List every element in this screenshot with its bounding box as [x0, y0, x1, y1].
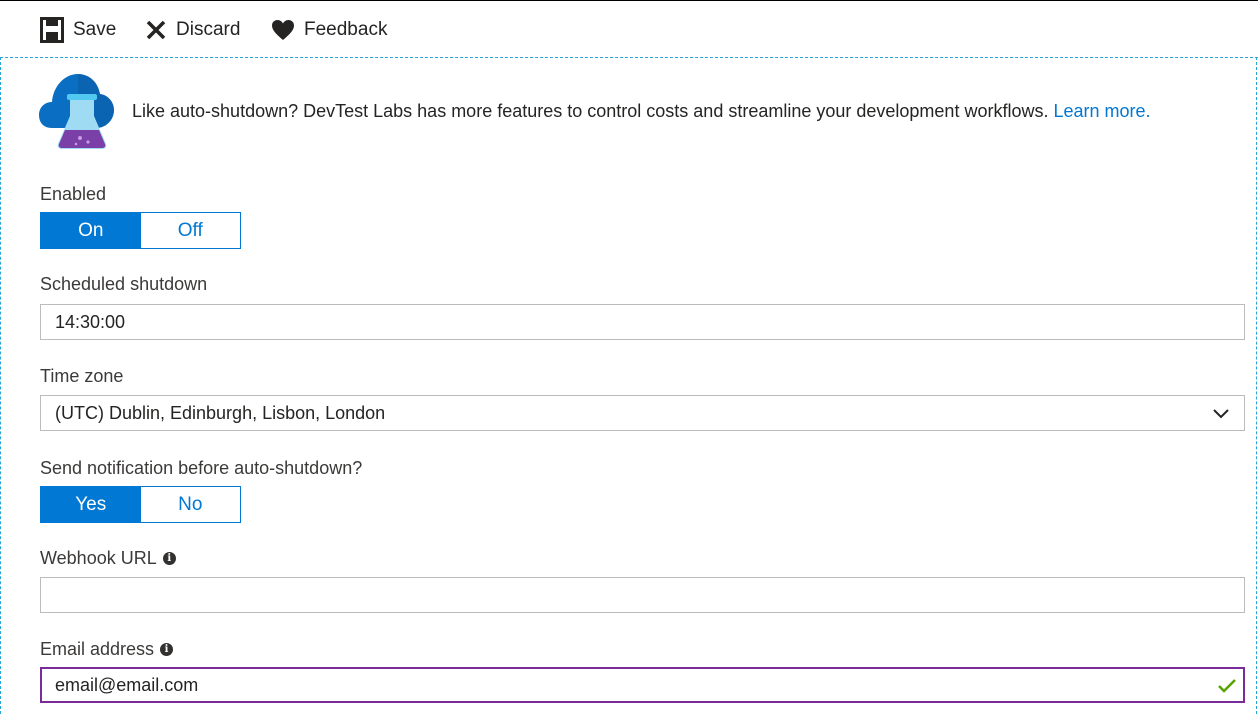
email-address-label-text: Email address	[40, 639, 155, 659]
time-zone-value: (UTC) Dublin, Edinburgh, Lisbon, London	[55, 402, 386, 423]
save-label: Save	[73, 19, 117, 40]
notification-toggle: Yes No	[40, 486, 241, 523]
info-icon[interactable]: i	[160, 643, 174, 656]
save-button[interactable]: Save	[40, 15, 116, 45]
time-zone-label: Time zone	[40, 366, 124, 386]
save-icon	[40, 17, 64, 43]
email-address-label: Email address i	[40, 639, 174, 660]
feedback-label: Feedback	[304, 19, 388, 40]
command-bar: Save Discard Feedback	[0, 1, 1258, 56]
content-border-left	[0, 57, 1, 714]
discard-button[interactable]: Discard	[145, 15, 240, 45]
notification-label: Send notification before auto-shutdown?	[40, 458, 363, 478]
webhook-url-input[interactable]	[40, 577, 1245, 613]
email-address-value: email@email.com	[55, 674, 199, 695]
enabled-on-option[interactable]: On	[41, 213, 141, 248]
email-address-input[interactable]: email@email.com	[40, 667, 1245, 703]
devtest-banner: Like auto-shutdown? DevTest Labs has mor…	[132, 101, 1151, 122]
scheduled-shutdown-value: 14:30:00	[55, 311, 126, 332]
scheduled-shutdown-input[interactable]: 14:30:00	[40, 304, 1245, 340]
webhook-url-label: Webhook URL i	[40, 548, 176, 569]
banner-text: Like auto-shutdown? DevTest Labs has mor…	[132, 101, 1049, 121]
enabled-off-option[interactable]: Off	[140, 213, 240, 248]
enabled-toggle: On Off	[40, 212, 241, 249]
chevron-down-icon	[1212, 405, 1230, 426]
learn-more-link[interactable]: Learn more.	[1053, 101, 1150, 121]
webhook-url-label-text: Webhook URL	[40, 548, 157, 568]
close-icon	[145, 19, 167, 41]
heart-icon	[271, 19, 295, 41]
content-border-right	[1256, 57, 1257, 714]
notification-no-option[interactable]: No	[140, 487, 240, 522]
devtest-labs-icon	[38, 72, 118, 152]
scheduled-shutdown-label: Scheduled shutdown	[40, 274, 208, 294]
feedback-button[interactable]: Feedback	[271, 15, 387, 45]
notification-yes-option[interactable]: Yes	[41, 487, 141, 522]
discard-label: Discard	[176, 19, 241, 40]
enabled-label: Enabled	[40, 184, 107, 204]
time-zone-select[interactable]: (UTC) Dublin, Edinburgh, Lisbon, London	[40, 395, 1245, 431]
checkmark-icon	[1217, 677, 1237, 700]
info-icon[interactable]: i	[162, 552, 176, 565]
content-border-top	[0, 57, 1258, 58]
